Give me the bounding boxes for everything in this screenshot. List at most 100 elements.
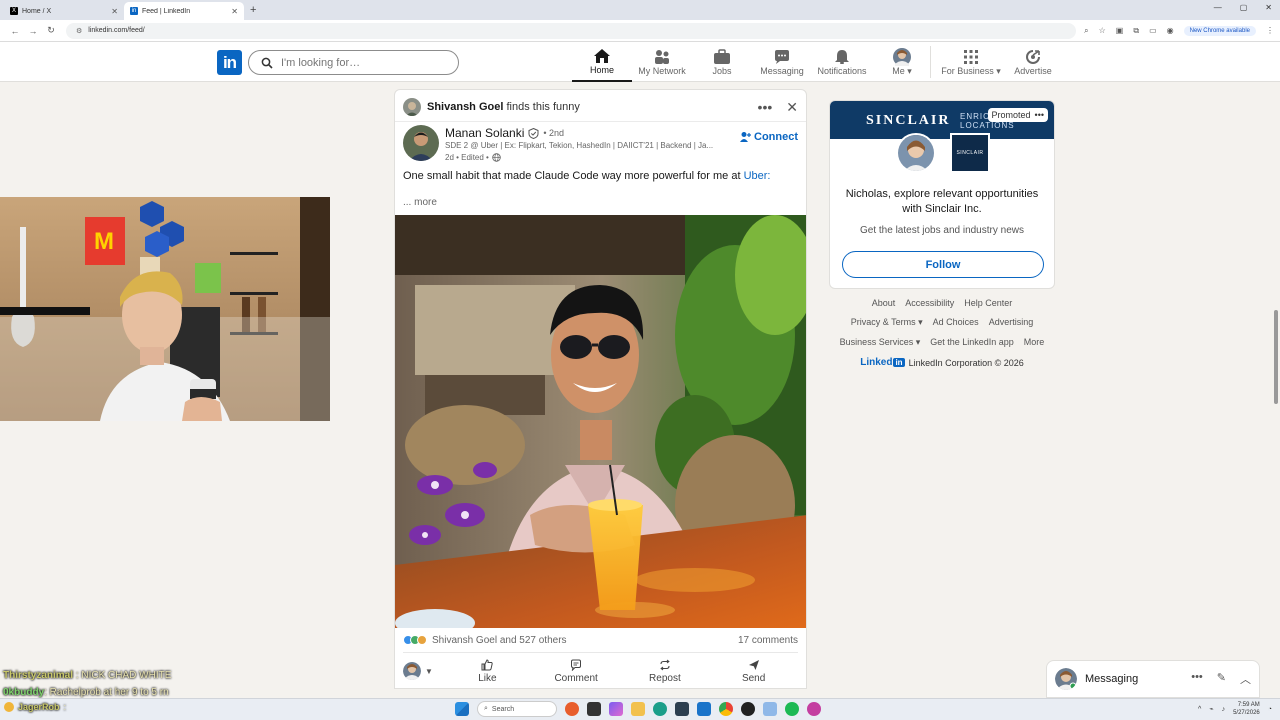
menu-icon[interactable]: ⋮ xyxy=(1266,26,1274,35)
more-options-icon[interactable]: ••• xyxy=(1191,671,1203,687)
reaction-icons[interactable] xyxy=(403,635,427,645)
close-window-icon[interactable]: ✕ xyxy=(1265,3,1272,12)
notification-bell-icon[interactable]: ◔ xyxy=(1268,706,1272,713)
taskbar-search[interactable]: ⌕ Search xyxy=(477,701,557,717)
search-box[interactable] xyxy=(248,50,459,75)
outlook-icon[interactable] xyxy=(697,702,711,716)
compose-icon[interactable]: ✎ xyxy=(1217,671,1226,687)
scrollbar-thumb[interactable] xyxy=(1274,310,1278,404)
reload-icon[interactable]: ↻ xyxy=(42,25,60,36)
extension-icon[interactable]: ▣ xyxy=(1116,26,1124,35)
chevron-up-icon[interactable]: ︿ xyxy=(1240,671,1251,687)
store-icon[interactable] xyxy=(675,702,689,716)
avatar xyxy=(403,662,421,680)
footer-link[interactable]: About xyxy=(872,298,896,308)
nav-messaging[interactable]: Messaging xyxy=(757,42,807,82)
nav-home[interactable]: Home xyxy=(572,42,632,82)
promoted-badge[interactable]: Promoted ••• xyxy=(987,108,1048,122)
connect-button[interactable]: Connect xyxy=(739,131,798,143)
globe-icon xyxy=(492,153,501,162)
extensions-puzzle-icon[interactable]: ⧉ xyxy=(1133,26,1139,36)
footer-link[interactable]: Help Center xyxy=(964,298,1012,308)
chevron-up-icon[interactable]: ^ xyxy=(1198,706,1201,713)
spotify-icon[interactable] xyxy=(785,702,799,716)
nav-advertise[interactable]: Advertise xyxy=(1010,42,1056,82)
maximize-icon[interactable]: ▢ xyxy=(1240,3,1248,12)
taskbar-search-label: Search xyxy=(491,705,515,713)
volume-icon[interactable]: ♪ xyxy=(1222,706,1226,713)
author-avatar[interactable] xyxy=(403,125,439,161)
see-more-link[interactable]: ... more xyxy=(403,197,437,208)
close-tab-icon[interactable]: ✕ xyxy=(111,7,118,16)
briefcase-icon xyxy=(713,48,731,66)
chrome-update-badge[interactable]: New Chrome available xyxy=(1183,25,1256,36)
post-image[interactable] xyxy=(395,215,806,628)
context-text: Shivansh Goel finds this funny xyxy=(427,101,580,113)
task-view-icon[interactable] xyxy=(587,702,601,716)
windows-start-icon[interactable] xyxy=(455,702,469,716)
repost-button[interactable]: Repost xyxy=(621,659,710,684)
site-info-icon[interactable]: ⚙ xyxy=(76,27,82,35)
company-logo[interactable]: SINCLAIR xyxy=(950,133,990,173)
footer-link-dropdown[interactable]: Business Services ▾ xyxy=(840,337,921,348)
footer-link[interactable]: Get the LinkedIn app xyxy=(930,337,1014,348)
author-name[interactable]: Manan Solanki xyxy=(445,126,524,140)
forward-icon[interactable]: → xyxy=(24,26,42,36)
new-tab-button[interactable]: + xyxy=(250,4,256,16)
comments-count[interactable]: 17 comments xyxy=(738,635,798,646)
close-icon[interactable]: ✕ xyxy=(786,99,798,116)
search-input[interactable] xyxy=(281,56,441,69)
mention-link[interactable]: Uber: xyxy=(744,170,771,182)
footer-link[interactable]: Advertising xyxy=(989,317,1034,328)
context-user-name[interactable]: Shivansh Goel xyxy=(427,101,503,113)
copilot-icon[interactable] xyxy=(609,702,623,716)
like-button[interactable]: Like xyxy=(443,658,532,684)
back-icon[interactable]: ← xyxy=(6,26,24,36)
chat-text: : xyxy=(63,702,67,712)
more-options-icon[interactable]: ••• xyxy=(758,99,773,115)
context-avatar[interactable] xyxy=(403,98,421,116)
linkedin-logo-icon[interactable]: in xyxy=(217,50,242,75)
chrome-icon[interactable] xyxy=(719,702,733,716)
discord-icon[interactable] xyxy=(807,702,821,716)
widgets-icon[interactable] xyxy=(565,702,579,716)
footer-links: About Accessibility Help Center Privacy … xyxy=(829,298,1055,368)
follow-button[interactable]: Follow xyxy=(842,251,1044,278)
nav-notifications[interactable]: Notifications xyxy=(814,42,870,82)
profile-icon[interactable]: ◉ xyxy=(1167,26,1174,35)
obs-icon[interactable] xyxy=(741,702,755,716)
network-icon[interactable]: ⌁ xyxy=(1209,705,1213,713)
page-scrollbar[interactable] xyxy=(1272,82,1280,698)
nav-jobs[interactable]: Jobs xyxy=(702,42,742,82)
minimize-icon[interactable]: — xyxy=(1214,3,1222,12)
nav-me[interactable]: Me ▾ xyxy=(884,42,920,82)
send-button[interactable]: Send xyxy=(709,659,798,684)
chat-text: : Rachelprob at her 9 to 5 rn xyxy=(44,687,169,698)
file-explorer-icon[interactable] xyxy=(631,702,645,716)
tab-linkedin[interactable]: in Feed | LinkedIn ✕ xyxy=(124,2,244,20)
footer-link[interactable]: Ad Choices xyxy=(933,317,979,328)
footer-link[interactable]: Accessibility xyxy=(905,298,954,308)
action-label: Repost xyxy=(649,672,681,684)
reactor-selector[interactable]: ▼ xyxy=(403,662,443,680)
chat-icon xyxy=(773,48,791,66)
close-tab-icon[interactable]: ✕ xyxy=(231,7,238,16)
footer-link[interactable]: More xyxy=(1024,337,1045,348)
browser-tab-bar: X Home / X ✕ in Feed | LinkedIn ✕ + — ▢ … xyxy=(0,0,1280,20)
nav-for-business[interactable]: For Business ▾ xyxy=(938,42,1004,82)
nav-my-network[interactable]: My Network xyxy=(634,42,690,82)
messaging-widget[interactable]: Messaging ••• ✎ ︿ xyxy=(1046,660,1260,698)
more-options-icon[interactable]: ••• xyxy=(1035,110,1044,120)
edge-icon[interactable] xyxy=(653,702,667,716)
nav-label: Jobs xyxy=(712,66,732,76)
tab-x[interactable]: X Home / X ✕ xyxy=(4,2,124,20)
comment-button[interactable]: Comment xyxy=(532,659,621,684)
sidepanel-icon[interactable]: ▭ xyxy=(1149,26,1157,35)
reactions-count[interactable]: Shivansh Goel and 527 others xyxy=(432,635,567,646)
zoom-icon[interactable]: ⌕ xyxy=(1084,26,1088,36)
bookmark-star-icon[interactable]: ☆ xyxy=(1099,26,1106,35)
footer-link-dropdown[interactable]: Privacy & Terms ▾ xyxy=(851,317,923,328)
url-field[interactable]: ⚙ linkedin.com/feed/ xyxy=(66,22,1077,39)
clock[interactable]: 7:59 AM 5/27/2026 xyxy=(1233,701,1260,717)
vscode-icon[interactable] xyxy=(763,702,777,716)
